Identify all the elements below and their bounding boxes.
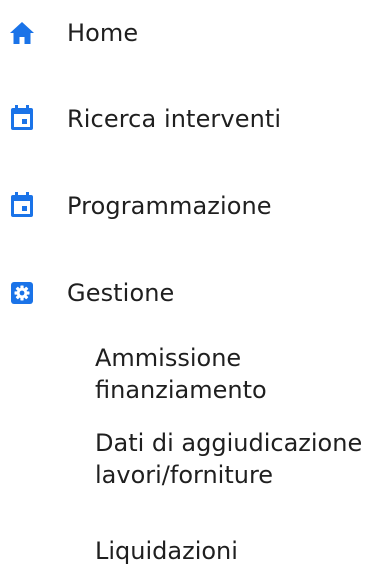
menu-item-label: Programmazione (67, 192, 272, 220)
menu-item-programmazione[interactable]: Programmazione (0, 191, 390, 221)
menu-item-label: Home (67, 19, 139, 47)
settings-icon (9, 280, 35, 306)
submenu-item-ammissione-finanziamento[interactable]: Ammissione finanziamento (95, 342, 267, 406)
submenu-item-label-line1: Ammissione (95, 344, 242, 372)
calendar-icon (9, 105, 35, 131)
menu-item-ricerca-interventi[interactable]: Ricerca interventi (0, 104, 390, 134)
calendar-icon (9, 192, 35, 218)
menu-item-gestione[interactable]: Gestione (0, 278, 390, 308)
menu-item-home[interactable]: Home (0, 18, 390, 48)
submenu-item-label-line2: finanziamento (95, 376, 267, 404)
submenu-item-label-line2: lavori/forniture (95, 461, 274, 489)
submenu-item-label-line1: Dati di aggiudicazione (95, 429, 363, 457)
menu-item-label: Gestione (67, 279, 175, 307)
submenu-item-dati-aggiudicazione[interactable]: Dati di aggiudicazione lavori/forniture (95, 427, 362, 491)
submenu-item-liquidazioni[interactable]: Liquidazioni (95, 535, 238, 565)
submenu-item-label-line1: Liquidazioni (95, 537, 238, 565)
home-icon (9, 20, 35, 46)
side-menu: Home Ricerca interventi Programmazione G… (0, 0, 390, 565)
menu-item-label: Ricerca interventi (67, 105, 282, 133)
